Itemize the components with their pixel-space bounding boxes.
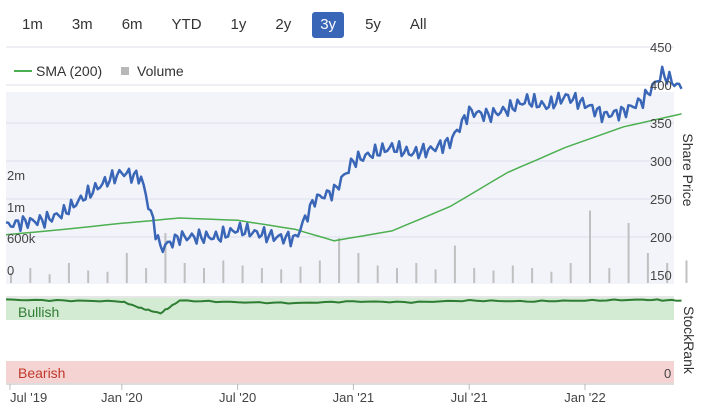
price-tick-label: 150 [650,268,672,283]
volume-bar [145,268,148,283]
volume-bar [550,271,553,283]
volume-bar [531,268,534,283]
volume-bar [106,271,109,283]
price-tick-label: 350 [650,116,672,131]
volume-bar [338,238,341,283]
volume-bar [67,263,70,283]
volume-bar [164,233,167,283]
legend-sma-label[interactable]: SMA (200) [36,63,102,79]
rank-zero-tick: 0 [664,366,671,381]
volume-bar [87,270,90,283]
volume-tick-label: 2m [7,168,25,183]
stockrank-axis-title: StockRank [681,306,697,375]
volume-bar [415,263,418,283]
x-tick-label: Jul '21 [451,390,488,405]
volume-bar [511,265,514,283]
volume-bar [589,210,591,283]
x-tick-label: Jan '22 [564,390,606,405]
volume-bar [396,268,398,283]
volume-bar [492,270,495,283]
price-tick-label: 250 [650,192,672,207]
volume-bar [318,260,321,283]
volume-bar [125,253,128,283]
volume-bar [357,253,360,283]
volume-tick-label: 0 [7,263,14,278]
volume-bar [48,274,51,283]
volume-bar [608,268,611,283]
volume-bar [627,223,630,283]
stock-chart: SMA (200) Volume 150 200 250 300 350 400 450 0… [5,40,697,405]
legend-volume-swatch [121,67,129,75]
volume-bar [453,245,456,283]
x-tick-label: Jan '20 [101,390,143,405]
volume-bar [685,260,688,283]
volume-bar [376,265,379,283]
legend-volume-label[interactable]: Volume [137,63,184,79]
bearish-zone [6,361,674,383]
volume-bar [434,269,437,283]
volume-bar [299,266,302,283]
legend: SMA (200) Volume [14,63,184,79]
volume-tick-label: 1m [7,200,25,215]
volume-tick-label: 600k [7,231,36,246]
price-tick-label: 400 [650,78,672,93]
volume-bar [183,263,186,283]
volume-bar [203,268,205,283]
bullish-label: Bullish [18,304,59,320]
volume-bar [473,268,476,283]
x-tick-label: Jul '19 [10,390,47,405]
x-tick-label: Jul '20 [219,390,256,405]
volume-bar [646,253,649,283]
price-tick-label: 300 [650,154,672,169]
volume-bar [569,263,572,283]
price-tick-label: 200 [650,230,672,245]
bearish-label: Bearish [18,365,65,381]
x-tick-label: Jan '21 [333,390,375,405]
price-tick-label: 450 [650,40,672,55]
volume-bar [222,260,225,283]
volume-bar [241,265,244,283]
share-price-axis-title: Share Price [680,133,696,206]
volume-bar [260,268,263,283]
volume-bar [29,268,32,283]
x-axis-ticks: Jul '19 Jan '20 Jul '20 Jan '21 Jul '21 Jan '… [9,384,606,405]
volume-bar [280,269,283,283]
